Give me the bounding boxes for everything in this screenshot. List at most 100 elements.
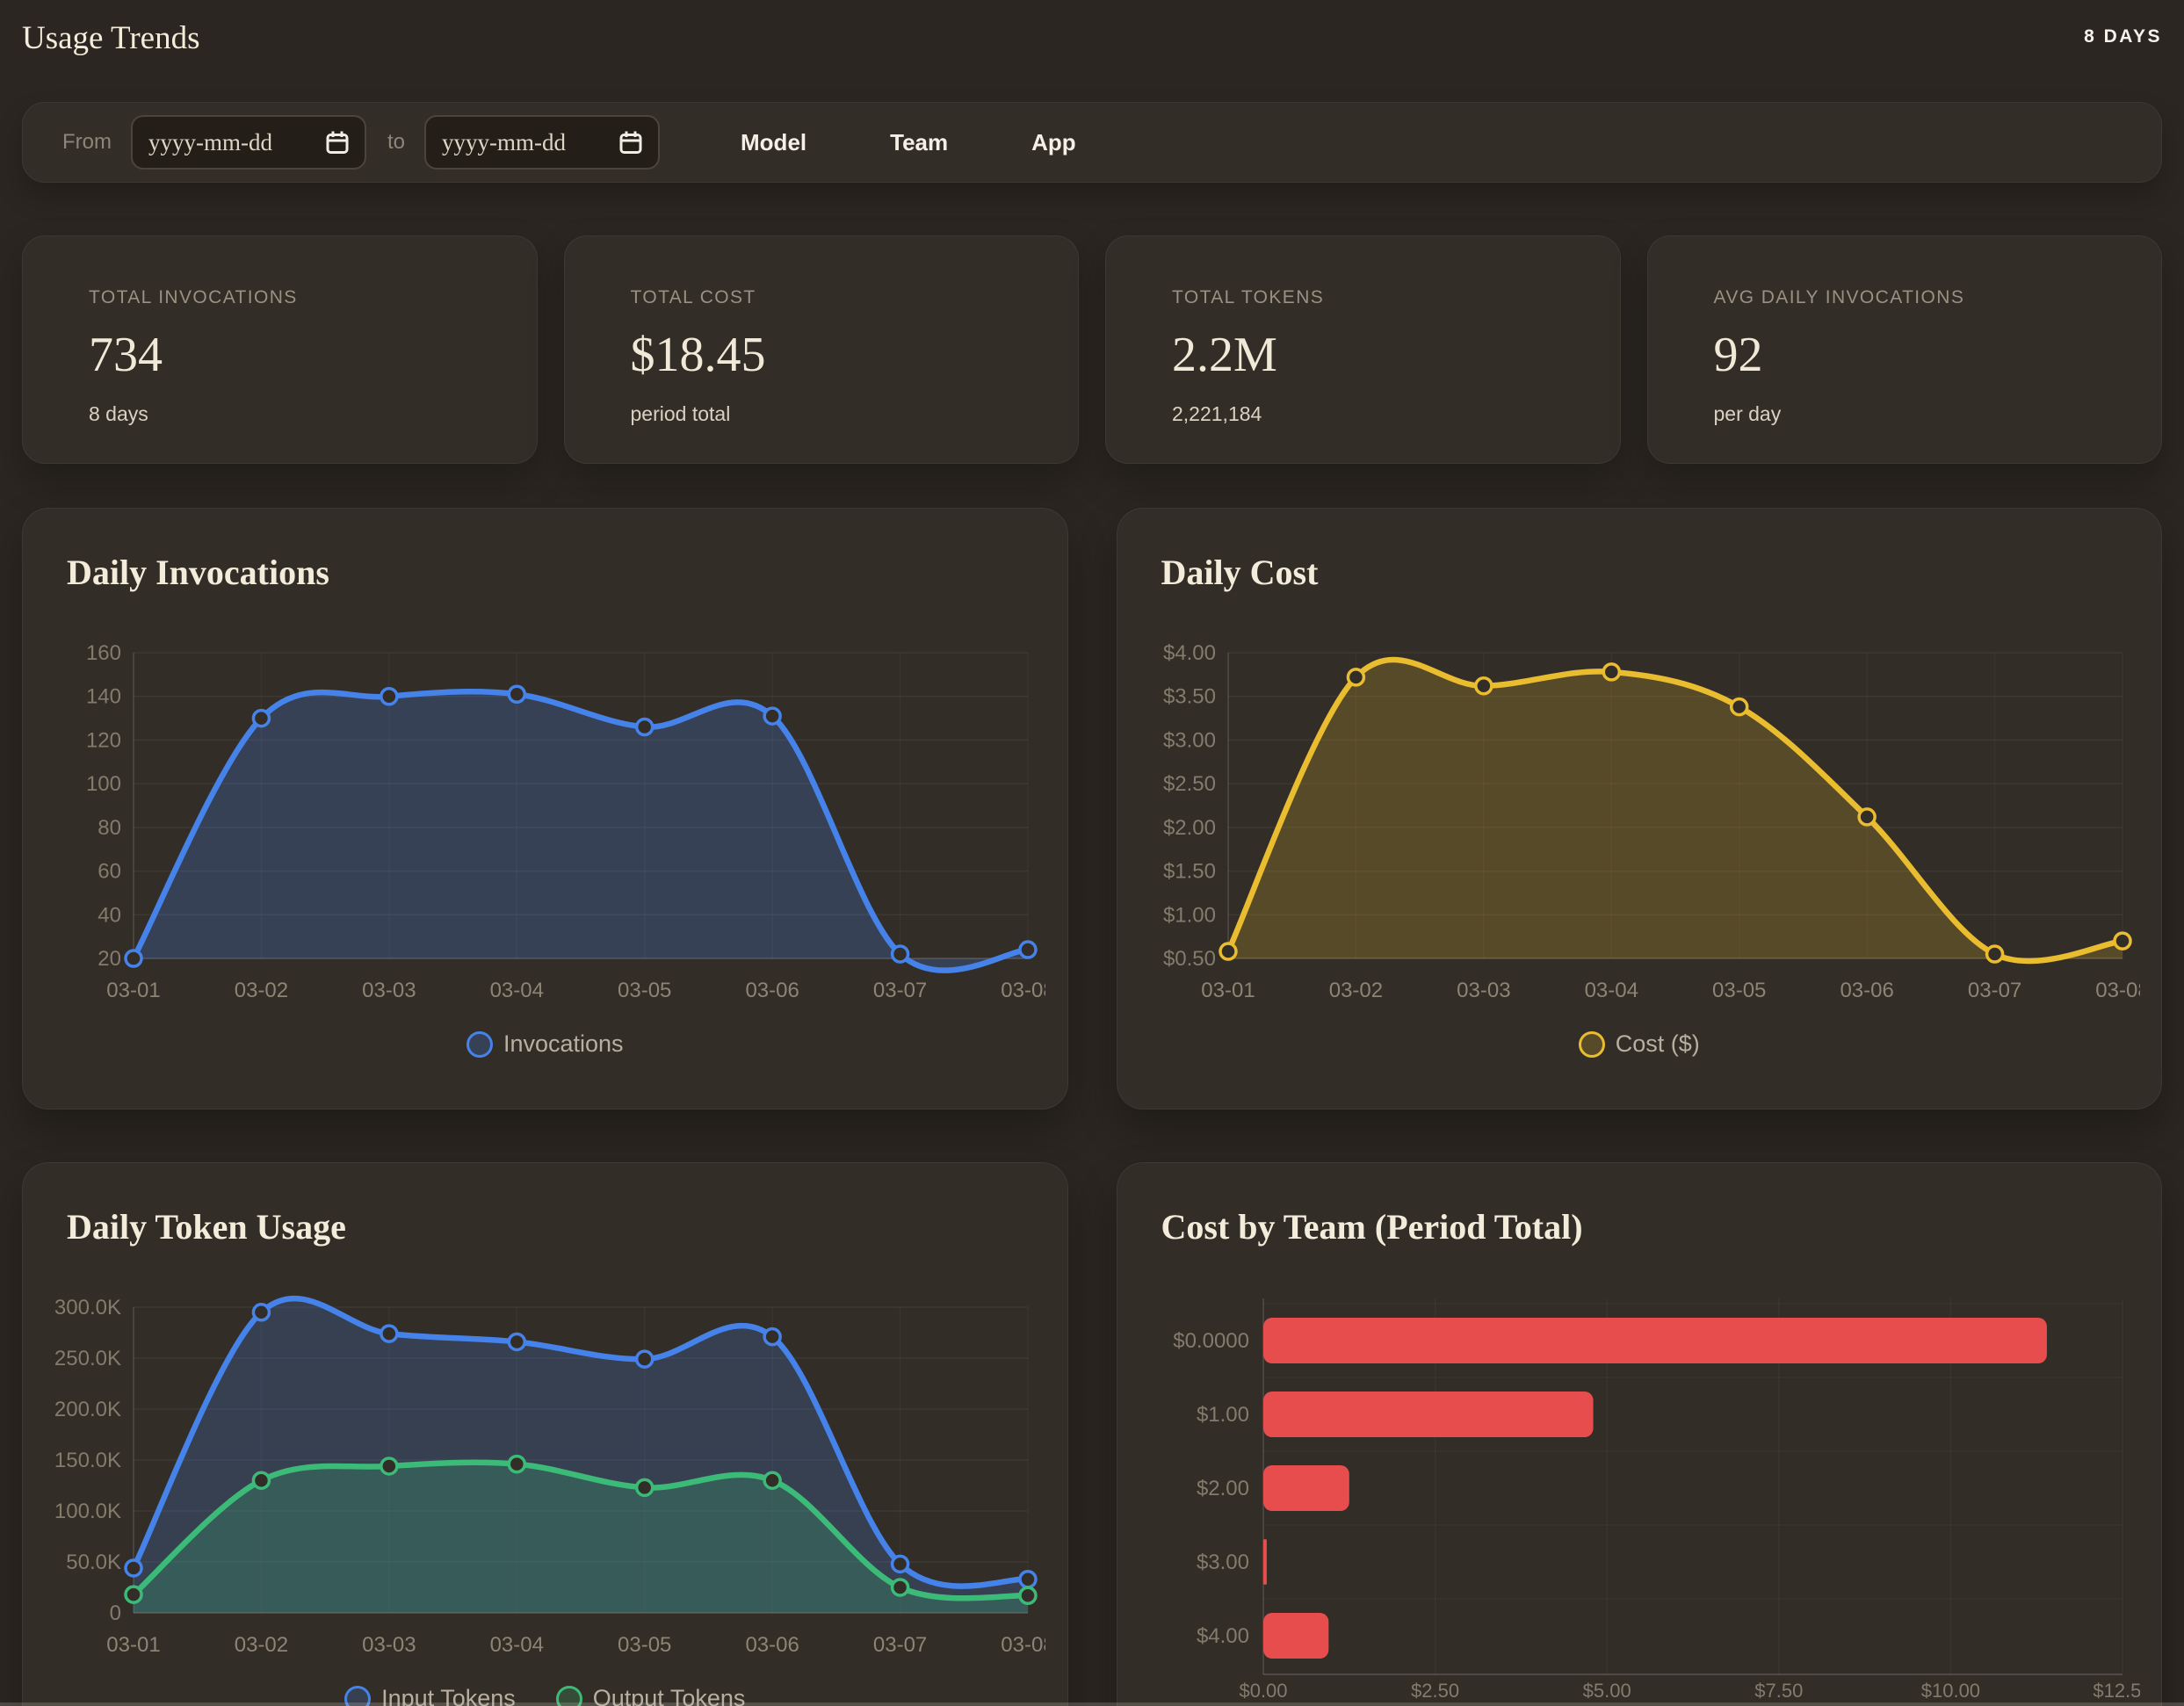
y-tick-label: $3.00: [1162, 729, 1215, 753]
chart-title: Cost by Team (Period Total): [1161, 1205, 2139, 1249]
top-bar: Usage Trends 8 DAYS: [22, 19, 2162, 58]
x-tick-label: 03-02: [235, 1633, 288, 1657]
y-tick-label: 200.0K: [54, 1398, 121, 1421]
x-tick-label: 03-07: [873, 1633, 927, 1657]
x-tick-label: 03-04: [490, 1633, 544, 1657]
data-point-marker: [126, 1587, 141, 1603]
from-label: From: [62, 130, 112, 155]
x-tick-label: 03-05: [1712, 979, 1766, 1002]
window-bottom-edge: [0, 1702, 2184, 1706]
from-date-field[interactable]: [147, 128, 308, 157]
x-tick-label: $0.00: [1239, 1680, 1287, 1702]
area-fill: [1228, 660, 2123, 961]
x-tick-label: 03-08: [2095, 979, 2140, 1002]
to-date-field[interactable]: [440, 128, 602, 157]
y-tick-label: 120: [86, 729, 121, 753]
bar-category-label: $0.0000: [1173, 1329, 1249, 1353]
stat-label: TOTAL TOKENS: [1172, 287, 1554, 308]
area-fill: [134, 692, 1028, 971]
y-tick-label: 250.0K: [54, 1347, 121, 1370]
data-point-marker: [1220, 943, 1236, 959]
y-tick-label: 40: [98, 904, 121, 928]
data-point-marker: [637, 719, 653, 735]
legend-swatch: [466, 1031, 493, 1058]
x-tick-label: 03-03: [362, 1633, 416, 1657]
y-tick-label: 300.0K: [54, 1296, 121, 1319]
stat-subtitle: per day: [1714, 402, 2096, 426]
legend-label: Cost ($): [1616, 1030, 1700, 1058]
y-tick-label: $2.50: [1162, 773, 1215, 797]
data-point-marker: [893, 1579, 908, 1595]
x-tick-label: 03-04: [490, 979, 544, 1002]
x-tick-label: $5.00: [1582, 1680, 1631, 1702]
team-filter-button[interactable]: Team: [890, 129, 948, 156]
data-point-marker: [893, 946, 908, 962]
y-tick-label: $4.00: [1162, 641, 1215, 665]
x-tick-label: 03-06: [1840, 979, 1893, 1002]
model-filter-button[interactable]: Model: [741, 129, 806, 156]
data-point-marker: [893, 1557, 908, 1572]
y-tick-label: $1.00: [1162, 904, 1215, 928]
data-point-marker: [1020, 1572, 1036, 1587]
x-tick-label: $2.50: [1411, 1680, 1459, 1702]
daily-token-usage-card: Daily Token Usage 300.0K250.0K200.0K150.…: [22, 1162, 1068, 1706]
data-point-marker: [381, 689, 397, 705]
y-tick-label: 50.0K: [66, 1551, 121, 1574]
stat-value: 92: [1714, 329, 2096, 381]
data-point-marker: [1859, 809, 1875, 825]
stat-label: TOTAL COST: [631, 287, 1013, 308]
page-title: Usage Trends: [22, 19, 200, 58]
cost-by-team-card: Cost by Team (Period Total) $0.00 $2.50 $5…: [1117, 1162, 2163, 1706]
legend-label: Invocations: [503, 1030, 624, 1058]
period-badge: 8 DAYS: [2084, 26, 2162, 47]
data-point-marker: [764, 708, 780, 724]
data-point-marker: [253, 1305, 269, 1320]
bar-category-label: $3.00: [1196, 1551, 1248, 1574]
stat-card-avg-daily-invocations: AVG DAILY INVOCATIONS 92 per day: [1647, 235, 2163, 464]
stat-label: TOTAL INVOCATIONS: [89, 287, 471, 308]
x-tick-label: 03-05: [618, 979, 671, 1002]
y-tick-label: $0.50: [1162, 947, 1215, 971]
x-tick-label: 03-06: [745, 979, 799, 1002]
stat-subtitle: period total: [631, 402, 1013, 426]
x-tick-label: 03-08: [1001, 979, 1045, 1002]
bar: [1263, 1318, 2047, 1363]
legend-swatch: [1579, 1031, 1605, 1058]
x-tick-label: 03-04: [1584, 979, 1638, 1002]
chart-legend: Cost ($): [1140, 1030, 2139, 1058]
data-point-marker: [1348, 669, 1363, 685]
calendar-icon[interactable]: [324, 129, 351, 155]
x-tick-label: 03-03: [1457, 979, 1510, 1002]
bar: [1263, 1613, 1328, 1659]
data-point-marker: [381, 1326, 397, 1342]
x-tick-label: 03-02: [1328, 979, 1382, 1002]
bar: [1263, 1539, 1267, 1585]
bar: [1263, 1392, 1594, 1437]
daily-invocations-card: Daily Invocations 1601401201008060402003…: [22, 508, 1068, 1110]
stat-value: 2.2M: [1172, 329, 1554, 381]
data-point-marker: [1986, 946, 2002, 962]
app-filter-button[interactable]: App: [1031, 129, 1076, 156]
bar-category-label: $1.00: [1196, 1403, 1248, 1427]
to-date-input[interactable]: [424, 115, 660, 170]
legend-item-cost-[interactable]: Cost ($): [1579, 1030, 1700, 1058]
from-date-input[interactable]: [131, 115, 366, 170]
data-point-marker: [637, 1352, 653, 1368]
legend-item-invocations[interactable]: Invocations: [466, 1030, 624, 1058]
stat-card-total-invocations: TOTAL INVOCATIONS 734 8 days: [22, 235, 538, 464]
x-tick-label: 03-01: [106, 979, 160, 1002]
calendar-icon[interactable]: [618, 129, 644, 155]
daily-token-usage-chart: 300.0K250.0K200.0K150.0K100.0K50.0K003-0…: [46, 1295, 1045, 1664]
filter-bar: From to: [22, 102, 2162, 183]
daily-invocations-chart: 1601401201008060402003-0103-0203-0303-04…: [46, 640, 1045, 1009]
stat-value: $18.45: [631, 329, 1013, 381]
y-tick-label: 100: [86, 773, 121, 797]
stat-label: AVG DAILY INVOCATIONS: [1714, 287, 2096, 308]
y-tick-label: 60: [98, 860, 121, 884]
stat-card-total-tokens: TOTAL TOKENS 2.2M 2,221,184: [1105, 235, 1621, 464]
usage-trends-page: Usage Trends 8 DAYS From to: [0, 0, 2184, 1706]
bar: [1263, 1465, 1349, 1511]
daily-cost-card: Daily Cost $4.00$3.50$3.00$2.50$2.00$1.5…: [1117, 508, 2163, 1110]
chart-title: Daily Token Usage: [67, 1205, 1045, 1249]
data-point-marker: [509, 1334, 524, 1350]
